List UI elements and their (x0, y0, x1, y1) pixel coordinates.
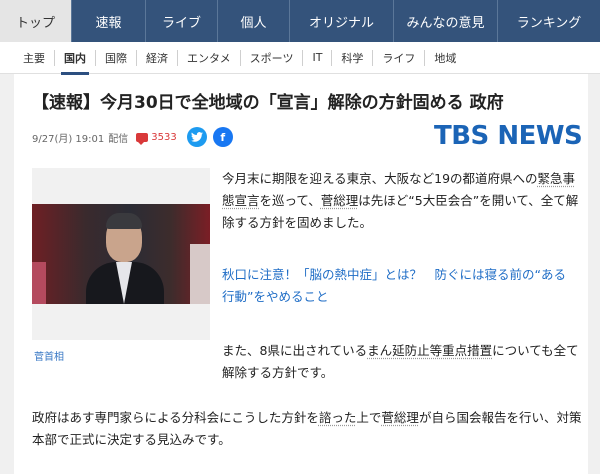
category-economy[interactable]: 経済 (137, 49, 178, 66)
photo-caption: 菅首相 (34, 352, 64, 363)
tab-top[interactable]: トップ (0, 0, 72, 42)
related-article-link[interactable]: 秋口に注意！「脳の熱中症」とは？ 防ぐには寝る前の“ある行動”をやめること (222, 264, 578, 308)
category-life[interactable]: ライフ (373, 49, 426, 66)
category-it[interactable]: IT (303, 49, 333, 66)
tab-personal[interactable]: 個人 (218, 0, 290, 42)
article-photo[interactable] (32, 204, 210, 304)
comment-icon (136, 132, 149, 145)
paragraph-2: また、8県に出されているまん延防止等重点措置についても全て解除する方針です。 (222, 343, 579, 380)
facebook-icon[interactable]: f (212, 127, 233, 147)
publish-date: 9/27(月) 19:01 (32, 133, 105, 145)
category-international[interactable]: 国際 (96, 49, 137, 66)
tab-opinions[interactable]: みんなの意見 (394, 0, 498, 42)
article-headline: 【速報】今月30日で全地域の「宣言」解除の方針固める 政府 (32, 93, 504, 113)
delivery-label: 配信 (108, 133, 129, 145)
right-gutter (588, 74, 600, 474)
tab-breaking[interactable]: 速報 (72, 0, 146, 42)
paragraph-3: 政府はあす専門家らによる分科会にこうした方針を諮った上で菅総理が自ら国会報告を行… (32, 410, 582, 447)
left-gutter (0, 74, 14, 474)
article-meta: 9/27(月) 19:01 配信 3533 f (32, 127, 233, 147)
comment-link[interactable]: 3533 (136, 131, 177, 145)
article-photo-frame[interactable]: 菅首相 (32, 168, 210, 363)
top-nav: トップ 速報 ライブ 個人 オリジナル みんなの意見 ランキング (0, 0, 600, 42)
category-science[interactable]: 科学 (332, 49, 374, 66)
category-main[interactable]: 主要 (14, 49, 55, 66)
tab-live[interactable]: ライブ (146, 0, 218, 42)
tbs-news-logo: TBS NEWS (434, 121, 583, 151)
category-nav: 主要 国内 国際 経済 エンタメ スポーツ IT 科学 ライフ 地域 (0, 42, 600, 75)
category-region[interactable]: 地域 (425, 50, 465, 66)
category-domestic[interactable]: 国内 (55, 49, 96, 75)
tab-original[interactable]: オリジナル (290, 0, 394, 42)
category-sports[interactable]: スポーツ (241, 49, 304, 66)
tab-ranking[interactable]: ランキング (498, 0, 600, 42)
paragraph-1: 今月末に期限を迎える東京、大阪など19の都道府県への緊急事態宣言を巡って、菅総理… (222, 171, 579, 230)
category-entertainment[interactable]: エンタメ (178, 49, 241, 66)
comment-count: 3533 (151, 131, 177, 143)
twitter-icon[interactable] (186, 127, 207, 147)
